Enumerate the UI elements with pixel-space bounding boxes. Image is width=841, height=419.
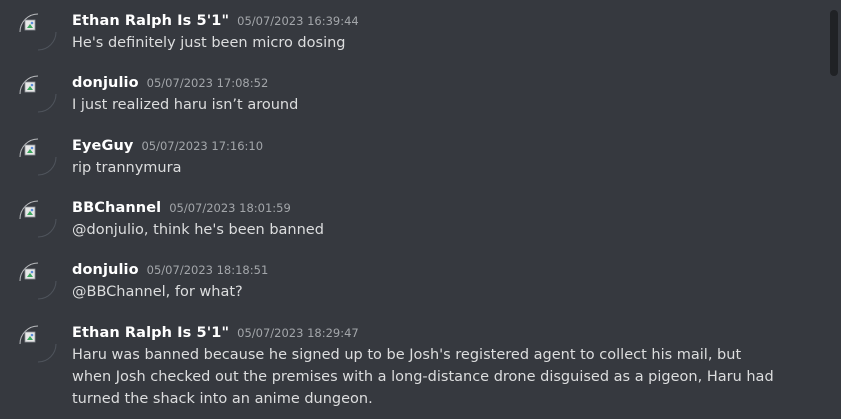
author-name[interactable]: donjulio <box>72 262 139 278</box>
timestamp: 05/07/2023 18:18:51 <box>146 263 269 277</box>
message-content: He's definitely just been micro dosing <box>72 35 346 51</box>
timestamp: 05/07/2023 17:16:10 <box>141 139 264 153</box>
author-name[interactable]: EyeGuy <box>72 138 133 154</box>
message-header: EyeGuy 05/07/2023 17:16:10 <box>72 135 263 155</box>
avatar-icon[interactable] <box>18 12 58 52</box>
message-content: Haru was banned because he signed up to … <box>72 347 774 407</box>
message-header: Ethan Ralph Is 5'1" 05/07/2023 18:29:47 <box>72 322 359 342</box>
message-list: Ethan Ralph Is 5'1" 05/07/2023 16:39:44 H… <box>0 0 826 419</box>
scrollbar-thumb[interactable] <box>830 10 838 76</box>
author-name[interactable]: donjulio <box>72 75 139 91</box>
message-header: donjulio 05/07/2023 18:18:51 <box>72 259 268 279</box>
message-header: donjulio 05/07/2023 17:08:52 <box>72 72 268 92</box>
timestamp: 05/07/2023 17:08:52 <box>146 76 269 90</box>
avatar-icon[interactable] <box>18 261 58 301</box>
message-content: @BBChannel, for what? <box>72 284 243 300</box>
timestamp: 05/07/2023 18:01:59 <box>169 201 291 215</box>
timestamp: 05/07/2023 16:39:44 <box>237 14 359 28</box>
author-name[interactable]: BBChannel <box>72 200 161 216</box>
message-content: rip trannymura <box>72 160 182 176</box>
message-content: @donjulio, think he's been banned <box>72 222 324 238</box>
message-header: Ethan Ralph Is 5'1" 05/07/2023 16:39:44 <box>72 10 359 30</box>
author-name[interactable]: Ethan Ralph Is 5'1" <box>72 325 229 341</box>
avatar-icon[interactable] <box>18 74 58 114</box>
message-content: I just realized haru isn’t around <box>72 97 299 113</box>
timestamp: 05/07/2023 18:29:47 <box>237 326 359 340</box>
avatar-icon[interactable] <box>18 324 58 364</box>
author-name[interactable]: Ethan Ralph Is 5'1" <box>72 13 229 29</box>
avatar-icon[interactable] <box>18 137 58 177</box>
avatar-icon[interactable] <box>18 199 58 239</box>
message-header: BBChannel 05/07/2023 18:01:59 <box>72 197 291 217</box>
scrollbar-track[interactable] <box>826 0 841 419</box>
